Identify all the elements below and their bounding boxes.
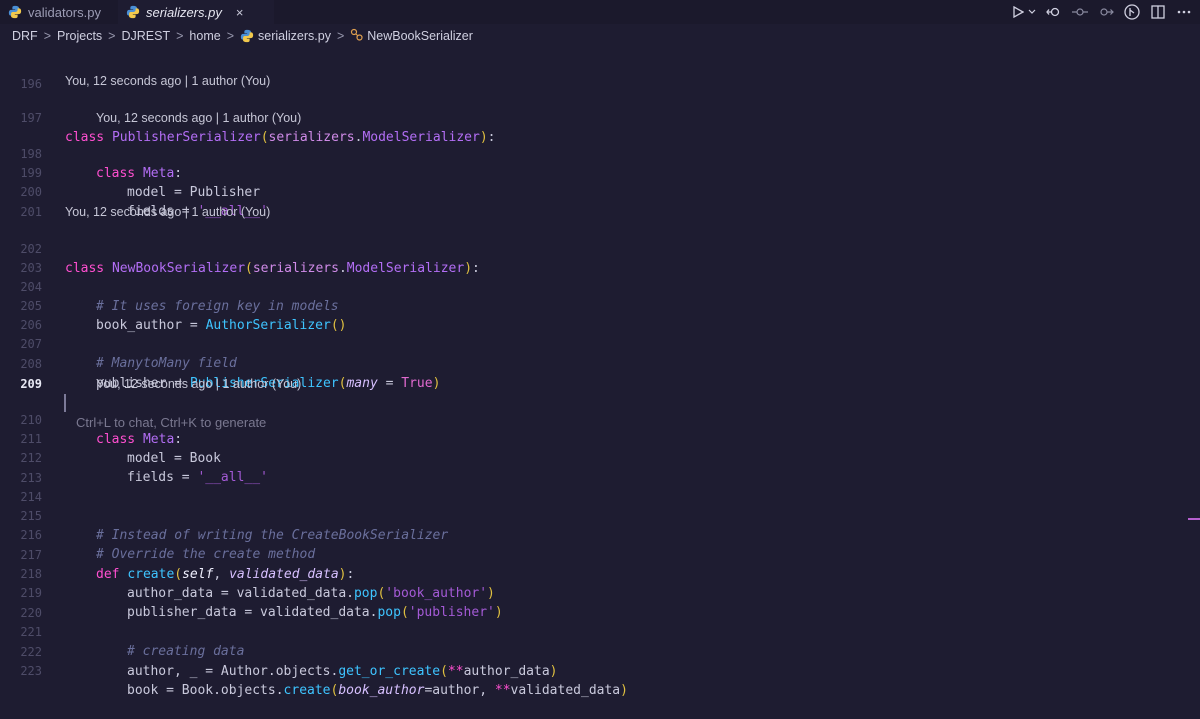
code-line: 200 fields = '__all__' <box>0 164 1200 219</box>
breadcrumb-separator: > <box>336 29 345 43</box>
code-line: 201 <box>0 184 1200 219</box>
close-icon[interactable]: × <box>236 5 244 20</box>
code-line: 222 author, _ = Author.objects.get_or_cr… <box>0 624 1200 679</box>
line-number: 223 <box>20 664 42 678</box>
git-blame-codelens[interactable]: You, 12 seconds ago | 1 author (You) <box>96 109 301 127</box>
code-line: 212 fields = '__all__' <box>0 430 1200 485</box>
code-line: 197 class PublisherSerializer(serializer… <box>0 90 1200 145</box>
breadcrumb-separator: > <box>226 29 235 43</box>
breadcrumb-separator: > <box>176 29 184 43</box>
code-line: 214 <box>0 469 1200 504</box>
breadcrumb-separator: > <box>43 29 52 43</box>
git-blame-codelens[interactable]: You, 12 seconds ago | 1 author (You) <box>65 72 270 90</box>
tab-bar: validators.py serializers.py × <box>0 0 1200 24</box>
tab-label: serializers.py <box>146 4 222 20</box>
code-line: 220 <box>0 585 1200 620</box>
code-line: 207 # ManytoMany field <box>0 316 1200 371</box>
split-editor-icon[interactable] <box>1150 3 1166 21</box>
breadcrumb-separator: > <box>108 29 116 43</box>
code-line: 203 <box>0 240 1200 275</box>
code-line: 199 model = Publisher <box>0 145 1200 200</box>
code-line-current: 209 Ctrl+L to chat, Ctrl+K to generate <box>0 356 1200 430</box>
chevron-down-icon[interactable] <box>1028 3 1036 21</box>
code-line: 215 # Instead of writing the CreateBookS… <box>0 488 1200 543</box>
git-branch-icon[interactable] <box>1098 3 1114 21</box>
git-blame-codelens[interactable]: You, 12 seconds ago | 1 author (You) <box>96 375 301 393</box>
breadcrumb-item-home[interactable]: home <box>189 29 220 43</box>
code-line: 217 def create(self, validated_data): <box>0 527 1200 582</box>
code-line: 202 class NewBookSerializer(serializers.… <box>0 221 1200 276</box>
git-compare-icon[interactable] <box>1046 3 1062 21</box>
code-line: 198 class Meta: <box>0 126 1200 181</box>
code-line: 221 # creating data <box>0 604 1200 659</box>
code-line: 218 author_data = validated_data.pop('bo… <box>0 546 1200 601</box>
more-icon[interactable] <box>1176 3 1192 21</box>
accounts-icon[interactable] <box>1124 3 1140 21</box>
git-commit-icon[interactable] <box>1072 3 1088 21</box>
editor-toolbar <box>1010 2 1192 22</box>
python-icon <box>126 5 140 19</box>
code-line: 205 book_author = AuthorSerializer() <box>0 278 1200 333</box>
code-line: 208 publisher = PublisherSerializer(many… <box>0 336 1200 391</box>
python-icon <box>8 5 22 19</box>
git-blame-codelens[interactable]: You, 12 seconds ago | 1 author (You) <box>65 203 270 221</box>
code-line: 213 <box>0 450 1200 485</box>
code-editor[interactable]: 196 You, 12 seconds ago | 1 author (You)… <box>0 52 1200 698</box>
breadcrumb-item-drf[interactable]: DRF <box>12 29 38 43</box>
code-line: 210 class Meta: <box>0 392 1200 447</box>
breadcrumb-item-file[interactable]: serializers.py <box>258 29 331 43</box>
breadcrumb: DRF > Projects > DJREST > home > seriali… <box>12 26 473 46</box>
breadcrumb-item-djrest[interactable]: DJREST <box>121 29 170 43</box>
tab-validators[interactable]: validators.py <box>0 0 109 24</box>
code-line: 206 <box>0 297 1200 332</box>
line-number: 201 <box>20 205 42 219</box>
python-icon <box>240 29 254 43</box>
breadcrumb-item-projects[interactable]: Projects <box>57 29 102 43</box>
code-text: author, _ = Author.objects.get_or_create… <box>127 664 558 679</box>
code-line: 216 # Override the create method <box>0 507 1200 562</box>
code-line: 223 book = Book.objects.create(book_auth… <box>0 643 1200 698</box>
tab-serializers[interactable]: serializers.py × <box>118 0 274 24</box>
tab-label: validators.py <box>28 4 101 20</box>
run-icon[interactable] <box>1010 3 1026 21</box>
symbol-class-icon <box>350 28 363 44</box>
code-line: 211 model = Book <box>0 411 1200 466</box>
code-line: 204 # It uses foreign key in models <box>0 259 1200 314</box>
code-text: book = Book.objects.create(book_author=a… <box>127 683 628 698</box>
scrollbar-marker <box>1188 518 1200 520</box>
breadcrumb-item-symbol[interactable]: NewBookSerializer <box>367 29 473 43</box>
code-line: 219 publisher_data = validated_data.pop(… <box>0 565 1200 620</box>
